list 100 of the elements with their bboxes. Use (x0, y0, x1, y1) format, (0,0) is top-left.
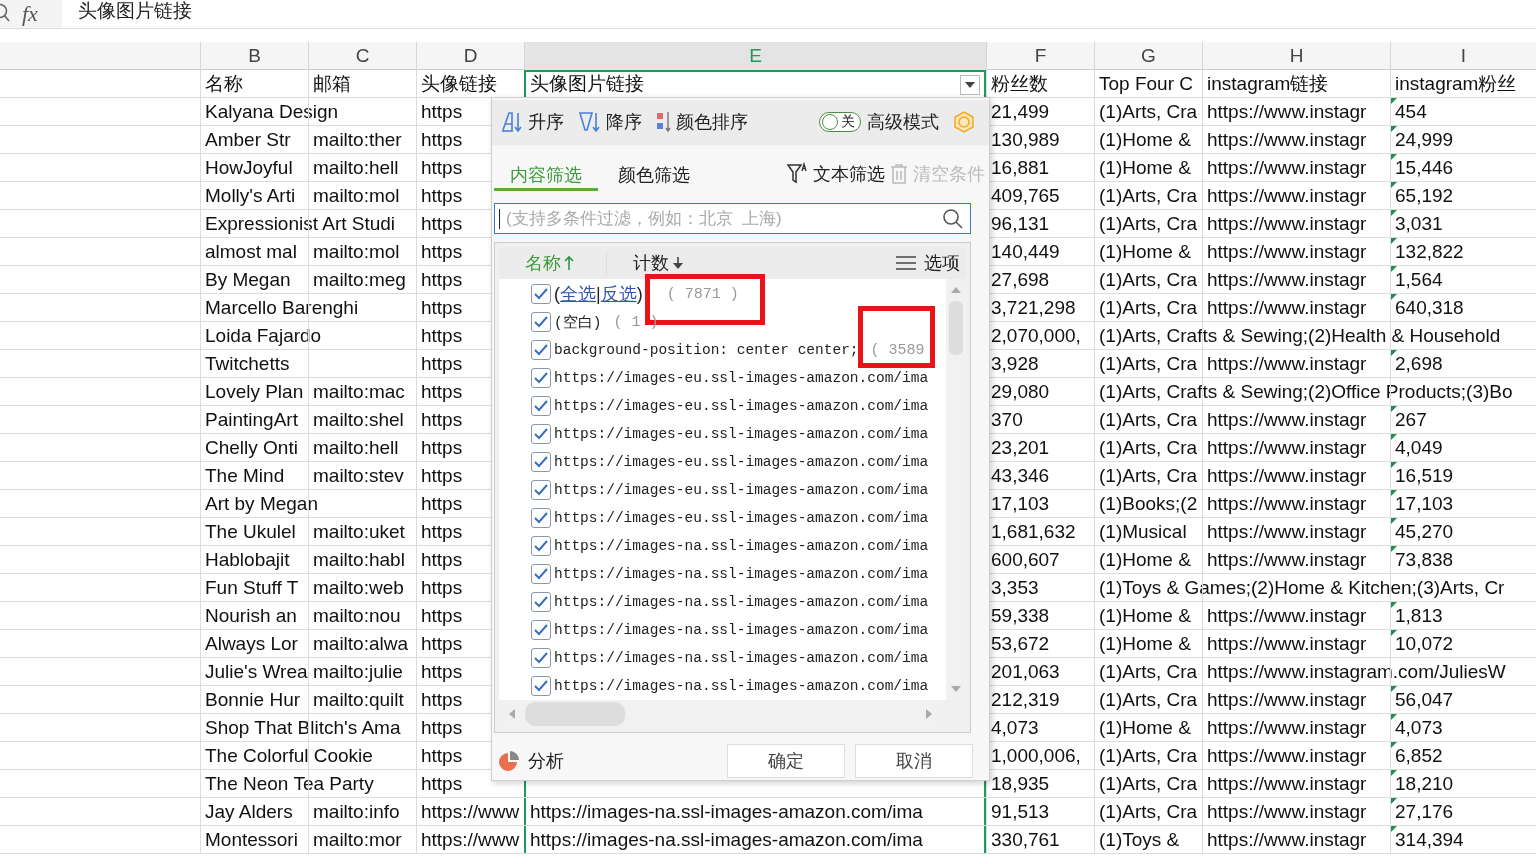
list-item-label[interactable]: https://images-na.ssl-images-amazon.com/ima (554, 650, 929, 667)
table-cell: https://www.instagr (1207, 101, 1367, 122)
list-item-label[interactable]: https://images-na.ssl-images-amazon.com/ima (554, 678, 929, 695)
sort-ascending-icon (500, 110, 524, 135)
checkbox[interactable] (531, 480, 551, 501)
list-item-label[interactable]: https://images-eu.ssl-images-amazon.com/ima (554, 510, 929, 527)
table-cell: mailto:meg (313, 269, 406, 290)
dialog-button[interactable]: 取消 (855, 743, 973, 778)
formula-field[interactable]: 头像图片链接 (62, 0, 1536, 28)
table-cell: https://www.instagr (1207, 745, 1367, 766)
sort-button[interactable]: 升序 (500, 110, 564, 135)
table-cell: https (421, 577, 463, 598)
checkbox[interactable] (531, 368, 551, 389)
select-all-link[interactable]: 全选 (560, 284, 596, 305)
table-cell: Hablobajit (205, 549, 290, 570)
column-header[interactable]: G (1094, 42, 1202, 72)
checkbox[interactable] (531, 452, 551, 473)
checkbox[interactable] (531, 508, 551, 529)
table-cell: (1)Home & (1099, 157, 1191, 178)
header-cell: Top Four C (1099, 73, 1193, 94)
checkbox[interactable] (531, 648, 551, 669)
table-cell: 96,131 (991, 213, 1050, 234)
sort-button[interactable]: 颜色排序 (656, 110, 748, 135)
column-header[interactable]: F (986, 42, 1094, 72)
checkbox[interactable] (531, 396, 551, 417)
table-cell: 600,607 (991, 549, 1060, 570)
item-count: ( 1 ) (613, 313, 659, 331)
search-field[interactable]: (支持多条件过滤，例如：北京 上海) (494, 203, 971, 235)
options-button[interactable]: 选项 (896, 251, 966, 276)
table-cell: (1)Home & (1099, 549, 1191, 570)
column-header[interactable]: C (308, 42, 416, 72)
table-cell: https (421, 353, 463, 374)
table-cell: Montessori (205, 829, 298, 850)
checkbox[interactable] (531, 312, 551, 333)
checkbox[interactable] (531, 592, 551, 613)
list-item-label[interactable]: https://images-na.ssl-images-amazon.com/ima (554, 566, 929, 583)
count-sort-header[interactable]: 计数 (607, 251, 684, 276)
table-cell: mailto:ther (313, 129, 402, 150)
list-item-label[interactable]: (空白) (554, 312, 602, 332)
table-cell: Marcello Barenghi (205, 297, 359, 318)
table-cell: (1)Home & (1099, 241, 1191, 262)
list-item-label[interactable]: https://images-eu.ssl-images-amazon.com/ima (554, 426, 929, 443)
table-cell: 24,999 (1395, 129, 1454, 150)
list-item-label[interactable]: https://images-na.ssl-images-amazon.com/ima (554, 622, 929, 639)
invert-selection-link[interactable]: 反选 (600, 284, 637, 305)
sort-button[interactable]: 降序 (578, 110, 642, 135)
table-cell: 2,070,000, (991, 325, 1081, 346)
header-cell: 粉丝数 (991, 73, 1048, 94)
checkbox[interactable] (531, 284, 551, 305)
list-item-label[interactable]: https://images-eu.ssl-images-amazon.com/ima (554, 370, 929, 387)
table-cell: https (421, 745, 463, 766)
table-cell: mailto:shel (313, 409, 404, 430)
table-cell: https (421, 157, 463, 178)
table-cell: https (421, 213, 463, 234)
table-cell: https (421, 689, 463, 710)
table-cell: 18,210 (1395, 773, 1454, 794)
column-header[interactable]: B (200, 42, 308, 72)
table-cell: 16,881 (991, 157, 1050, 178)
function-label[interactable]: fx (22, 1, 62, 27)
table-cell: (1)Arts, Cra (1099, 661, 1198, 682)
table-cell: (1)Home & (1099, 129, 1191, 150)
table-cell: https (421, 325, 463, 346)
table-cell: mailto:uket (313, 521, 405, 542)
table-cell: 21,499 (991, 101, 1050, 122)
analyze-button[interactable]: 分析 (498, 748, 564, 773)
table-cell: 27,176 (1395, 801, 1454, 822)
checkbox[interactable] (531, 676, 551, 697)
table-cell: HowJoyful (205, 157, 293, 178)
item-count: ( 7871 ) (666, 285, 739, 303)
list-item-label[interactable]: https://images-na.ssl-images-amazon.com/ima (554, 594, 929, 611)
table-cell: mailto:mol (313, 241, 400, 262)
checkbox[interactable] (531, 340, 551, 361)
list-item-label[interactable]: https://images-na.ssl-images-amazon.com/ima (554, 538, 929, 555)
checkbox[interactable] (531, 536, 551, 557)
table-cell: mailto:hell (313, 437, 399, 458)
filter-dropdown-button[interactable] (960, 75, 980, 95)
table-cell: Nourish an (205, 605, 297, 626)
dialog-button[interactable]: 确定 (727, 743, 845, 778)
table-cell: https://www.instagr (1207, 549, 1367, 570)
table-cell: Julie's Wrea (205, 661, 308, 682)
table-cell: 29,080 (991, 381, 1050, 402)
table-cell: (1)Arts, Cra (1099, 213, 1198, 234)
filter-tab[interactable]: 颜色筛选 (602, 156, 706, 191)
table-cell: PaintingArt (205, 409, 298, 430)
column-header[interactable]: I (1390, 42, 1536, 72)
list-item-label[interactable]: background-position: center center; (554, 342, 859, 359)
list-item-label[interactable]: https://images-eu.ssl-images-amazon.com/ima (554, 454, 929, 471)
table-cell: https (421, 493, 463, 514)
checkbox[interactable] (531, 620, 551, 641)
table-cell: Amber Str (205, 129, 291, 150)
header-cell: instagram链接 (1207, 73, 1329, 94)
column-header[interactable]: H (1202, 42, 1390, 72)
checkbox[interactable] (531, 424, 551, 445)
table-cell: 409,765 (991, 185, 1060, 206)
toggle-switch[interactable]: 关 (819, 112, 861, 133)
checkbox[interactable] (531, 564, 551, 585)
list-item-label[interactable]: https://images-eu.ssl-images-amazon.com/ima (554, 482, 929, 499)
list-item-label[interactable]: https://images-eu.ssl-images-amazon.com/ima (554, 398, 929, 415)
table-cell: https://www.instagr (1207, 605, 1367, 626)
text-filter-button[interactable]: 文本筛选 (787, 161, 885, 186)
